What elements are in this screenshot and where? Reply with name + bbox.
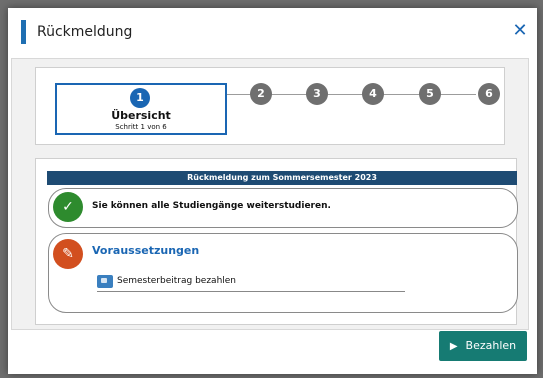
step-1-circle: 1 bbox=[130, 88, 150, 108]
status-text: Sie können alle Studiengänge weiterstudi… bbox=[92, 201, 331, 211]
step-4-circle[interactable]: 4 bbox=[362, 83, 384, 105]
step-2-circle[interactable]: 2 bbox=[250, 83, 272, 105]
stepper-panel: 1 Übersicht Schritt 1 von 6 2 3 4 5 6 bbox=[35, 67, 505, 145]
check-icon: ✓ bbox=[53, 192, 83, 222]
arrow-right-icon: ▶ bbox=[449, 341, 458, 352]
dialog-header: Rückmeldung ✕ bbox=[8, 8, 537, 56]
requirements-title: Voraussetzungen bbox=[92, 244, 200, 257]
header-accent-bar bbox=[21, 20, 26, 44]
semester-banner: Rückmeldung zum Sommersemester 2023 bbox=[47, 171, 517, 185]
step-3-circle[interactable]: 3 bbox=[306, 83, 328, 105]
step-1-title: Übersicht bbox=[111, 109, 171, 122]
content-panel: Rückmeldung zum Sommersemester 2023 ✓ Si… bbox=[35, 158, 518, 325]
step-6-circle[interactable]: 6 bbox=[478, 83, 500, 105]
rueckmeldung-dialog: Rückmeldung ✕ 1 Übersicht Schritt 1 von … bbox=[8, 8, 537, 374]
requirements-box: ✎ Voraussetzungen Semesterbeitrag bezahl… bbox=[48, 233, 518, 313]
requirement-label: Semesterbeitrag bezahlen bbox=[117, 276, 237, 286]
step-1-subtitle: Schritt 1 von 6 bbox=[115, 123, 167, 131]
close-icon[interactable]: ✕ bbox=[509, 20, 531, 42]
requirement-item[interactable]: Semesterbeitrag bezahlen bbox=[97, 275, 405, 292]
step-1-active[interactable]: 1 Übersicht Schritt 1 von 6 bbox=[55, 83, 227, 135]
pay-button[interactable]: ▶ Bezahlen bbox=[439, 331, 527, 361]
dialog-title: Rückmeldung bbox=[37, 24, 133, 40]
pay-button-label: Bezahlen bbox=[465, 339, 517, 352]
payment-icon bbox=[97, 275, 113, 288]
step-5-circle[interactable]: 5 bbox=[419, 83, 441, 105]
dialog-body: 1 Übersicht Schritt 1 von 6 2 3 4 5 6 Rü… bbox=[11, 58, 529, 330]
pencil-icon: ✎ bbox=[53, 239, 83, 269]
status-box: ✓ Sie können alle Studiengänge weiterstu… bbox=[48, 188, 518, 228]
